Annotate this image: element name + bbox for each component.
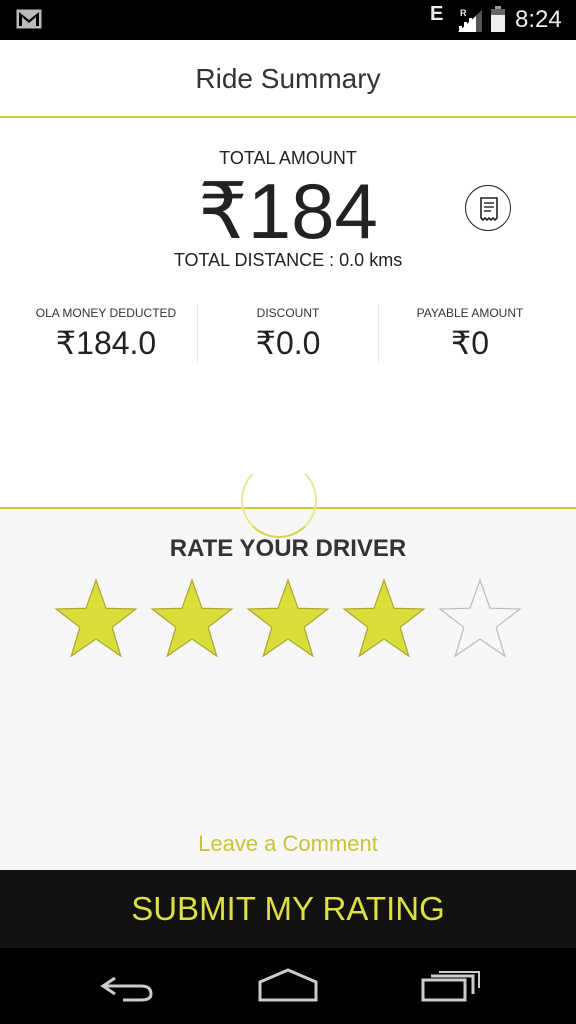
total-amount-label: TOTAL AMOUNT [219,148,357,168]
rate-driver-title: RATE YOUR DRIVER [169,535,407,562]
ride-summary-card: TOTAL AMOUNT ₹184 TOTAL DISTANCE : 0.0 k… [0,118,576,507]
back-icon[interactable] [93,966,163,1006]
star-1-icon[interactable] [52,577,140,663]
star-4-icon[interactable] [340,577,428,663]
status-time: 8:24 [515,6,562,33]
navigation-bar [0,948,576,1024]
stat-label: PAYABLE AMOUNT [416,306,524,320]
stat-label: OLA MONEY DEDUCTED [35,306,177,320]
stat-value: ₹184.0 [55,325,157,361]
payable-amount: PAYABLE AMOUNT ₹0 [380,304,560,362]
gmail-icon [16,9,42,34]
star-3-icon[interactable] [244,577,332,663]
star-2-icon[interactable] [148,577,236,663]
star-rating [52,577,532,663]
network-type-indicator: E [430,3,444,25]
home-icon[interactable] [253,966,323,1006]
payment-breakdown: OLA MONEY DEDUCTED ₹184.0 DISCOUNT ₹0.0 … [0,304,576,362]
page-header: Ride Summary [0,40,576,118]
roaming-indicator: R [460,8,467,18]
page-title: Ride Summary [195,63,381,94]
stat-value: ₹0 [450,325,490,361]
leave-comment-link[interactable]: Leave a Comment [0,831,576,857]
rating-section: RATE YOUR DRIVER Leave a Comment [0,462,576,870]
loading-spinner [241,462,317,538]
ola-money-deducted: OLA MONEY DEDUCTED ₹184.0 [16,304,196,362]
divider [378,304,379,362]
stat-value: ₹0.0 [255,325,321,361]
total-distance: TOTAL DISTANCE : 0.0 kms [173,250,403,270]
star-5-icon[interactable] [436,577,524,663]
battery-icon [490,6,506,37]
stat-label: DISCOUNT [256,306,320,320]
status-bar: E R 8:24 [0,0,576,40]
discount: DISCOUNT ₹0.0 [198,304,378,362]
receipt-button[interactable] [465,185,511,231]
recent-apps-icon[interactable] [415,966,485,1006]
receipt-icon [480,197,498,222]
submit-rating-button[interactable]: SUBMIT MY RATING [0,870,576,948]
